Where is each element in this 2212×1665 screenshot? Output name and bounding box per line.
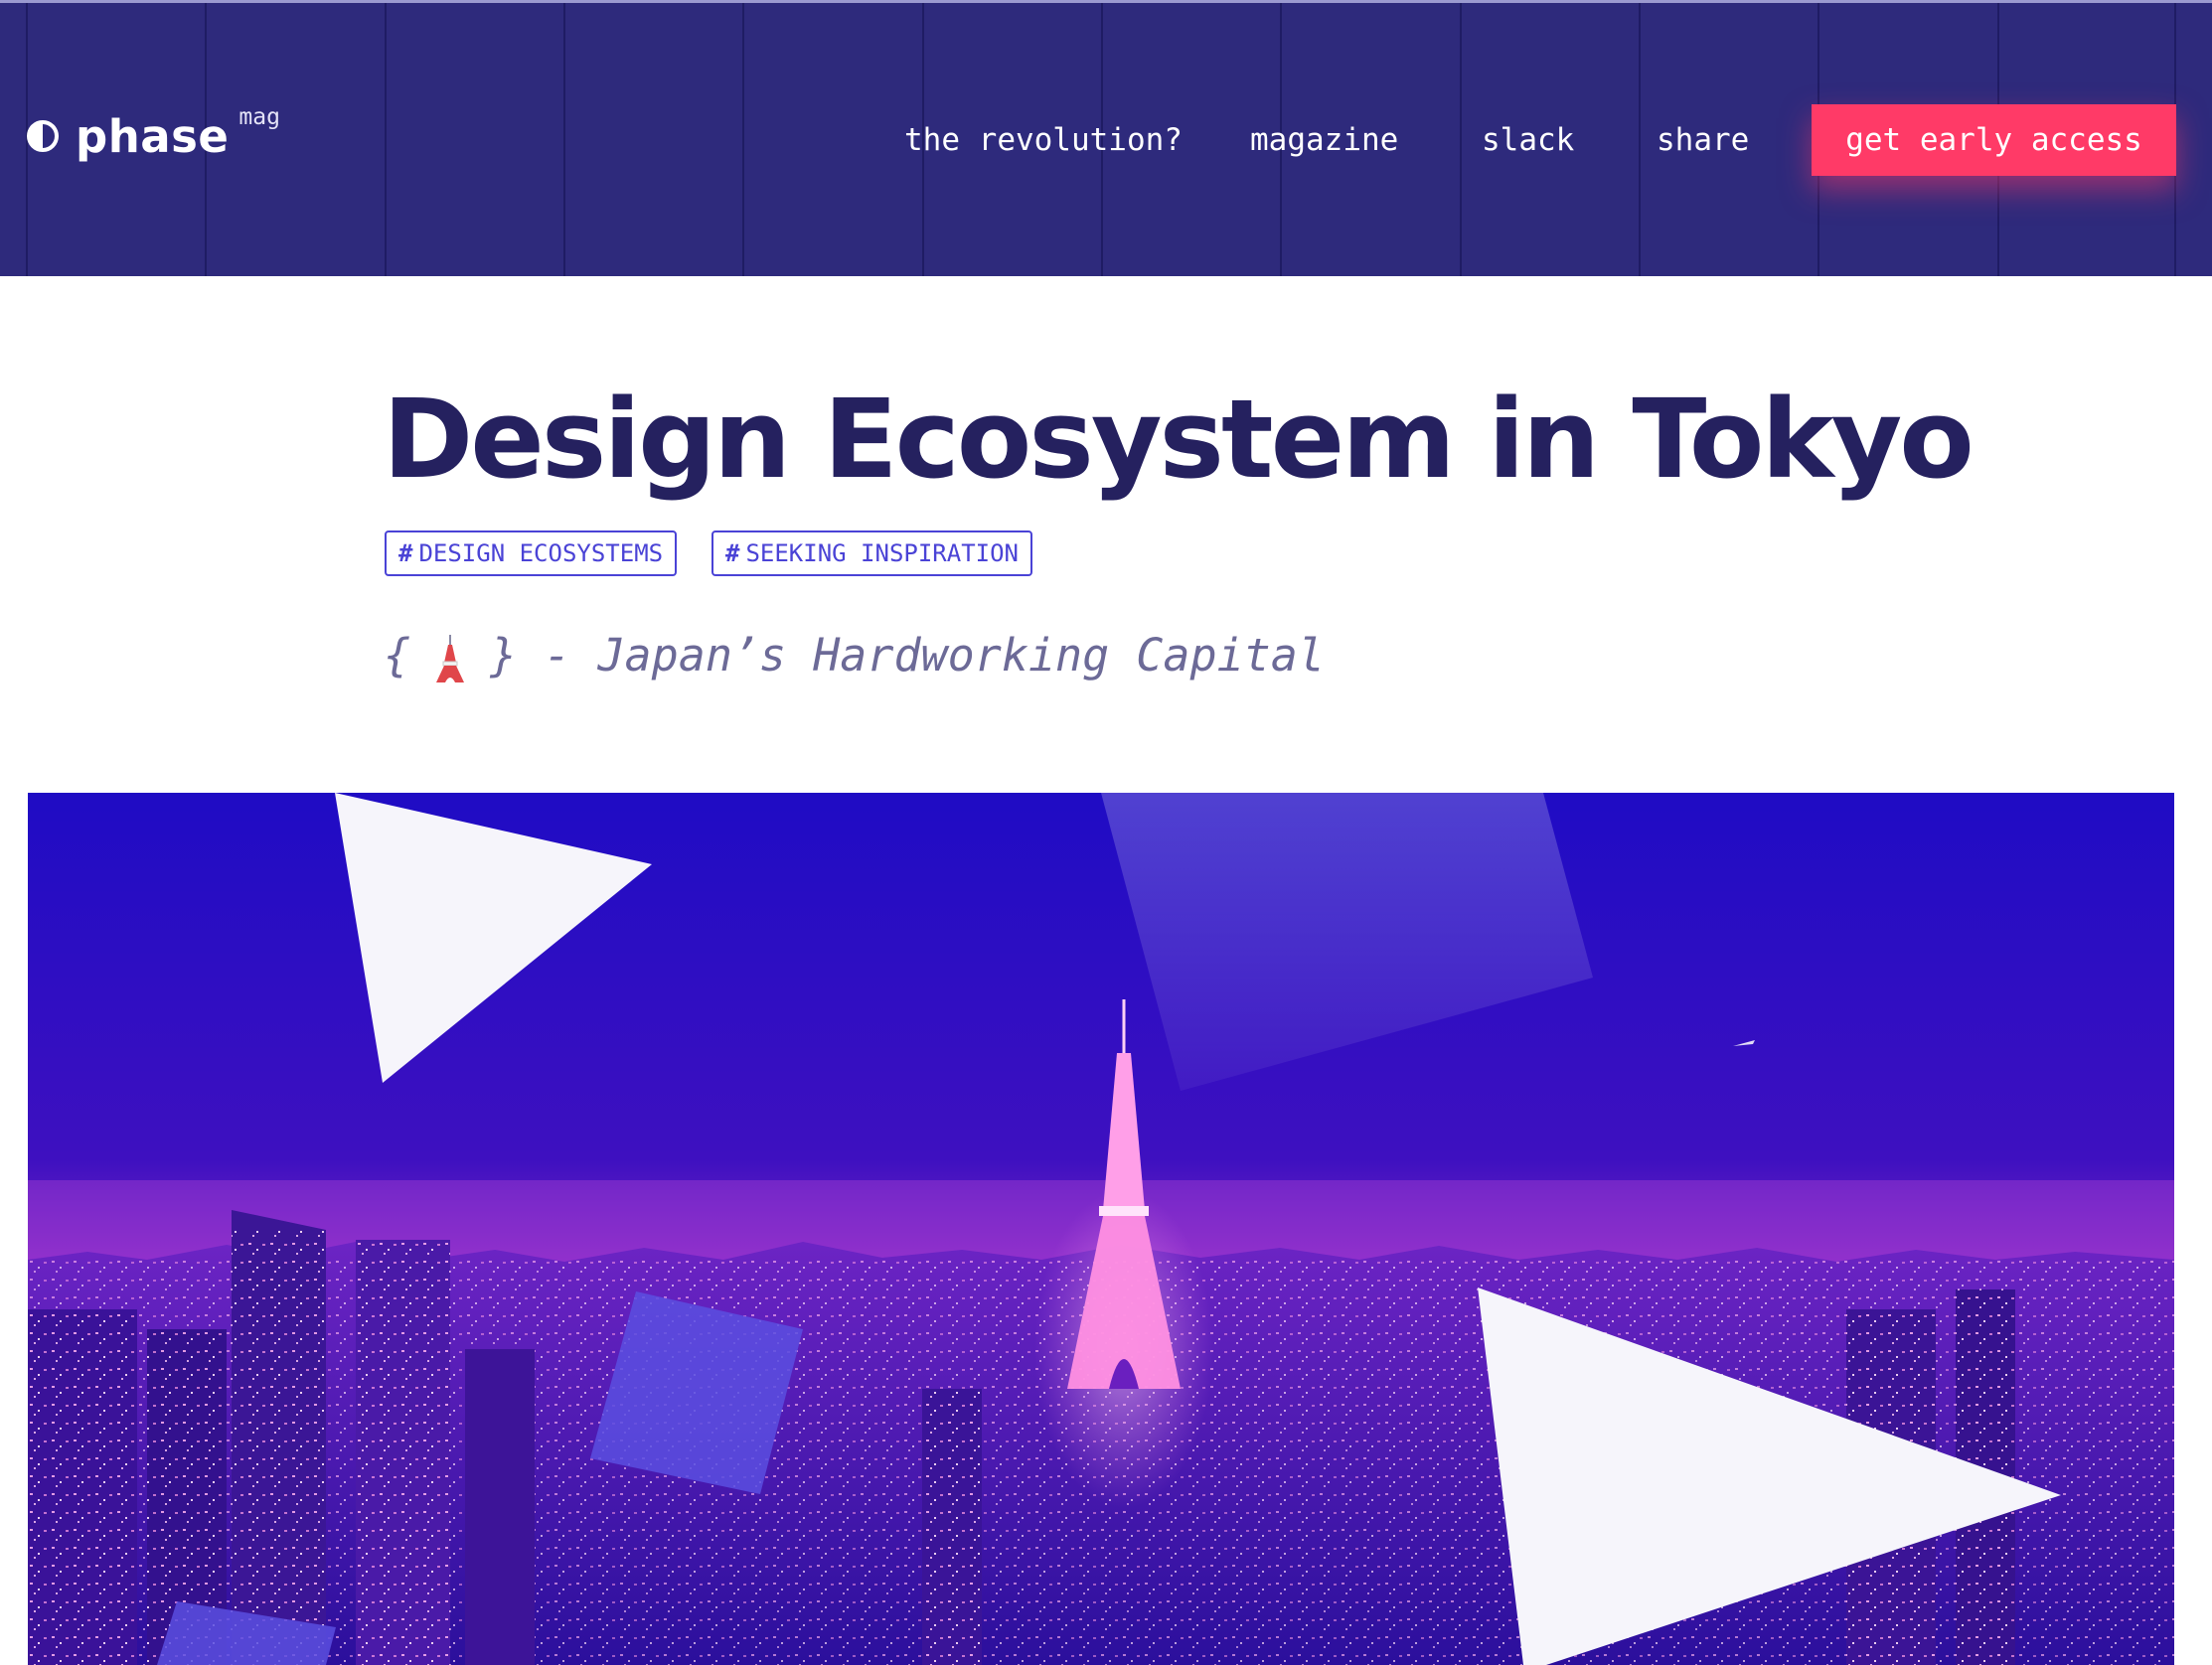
page: phase mag the revolution? magazine slack… <box>0 0 2212 1665</box>
hash-icon: # <box>398 539 413 567</box>
nav-link-the-revolution[interactable]: the revolution? <box>904 104 1183 176</box>
hash-icon: # <box>725 539 740 567</box>
nav-link-share[interactable]: share <box>1657 104 1749 176</box>
subtitle-close-brace: } <box>490 629 518 681</box>
hero-illustration <box>28 793 2174 1665</box>
subtitle-text: - Japan’s Hardworking Capital <box>544 629 1325 681</box>
subtitle-open-brace: { <box>384 629 411 681</box>
tag-label: SEEKING INSPIRATION <box>745 539 1019 567</box>
tokyo-night-skyline-image <box>28 793 2174 1665</box>
article-title: Design Ecosystem in Tokyo <box>383 376 1975 503</box>
tokyo-tower-icon <box>436 635 465 682</box>
nav-link-magazine[interactable]: magazine <box>1250 104 1398 176</box>
tag-seeking-inspiration[interactable]: # SEEKING INSPIRATION <box>711 530 1032 576</box>
article-subtitle: { } - Japan’s Hardworking Capital <box>384 624 1325 687</box>
get-early-access-button[interactable]: get early access <box>1812 104 2176 176</box>
nav-link-slack[interactable]: slack <box>1482 104 1574 176</box>
tag-design-ecosystems[interactable]: # DESIGN ECOSYSTEMS <box>385 530 678 576</box>
site-header: phase mag the revolution? magazine slack… <box>0 0 2212 276</box>
tag-label: DESIGN ECOSYSTEMS <box>418 539 664 567</box>
